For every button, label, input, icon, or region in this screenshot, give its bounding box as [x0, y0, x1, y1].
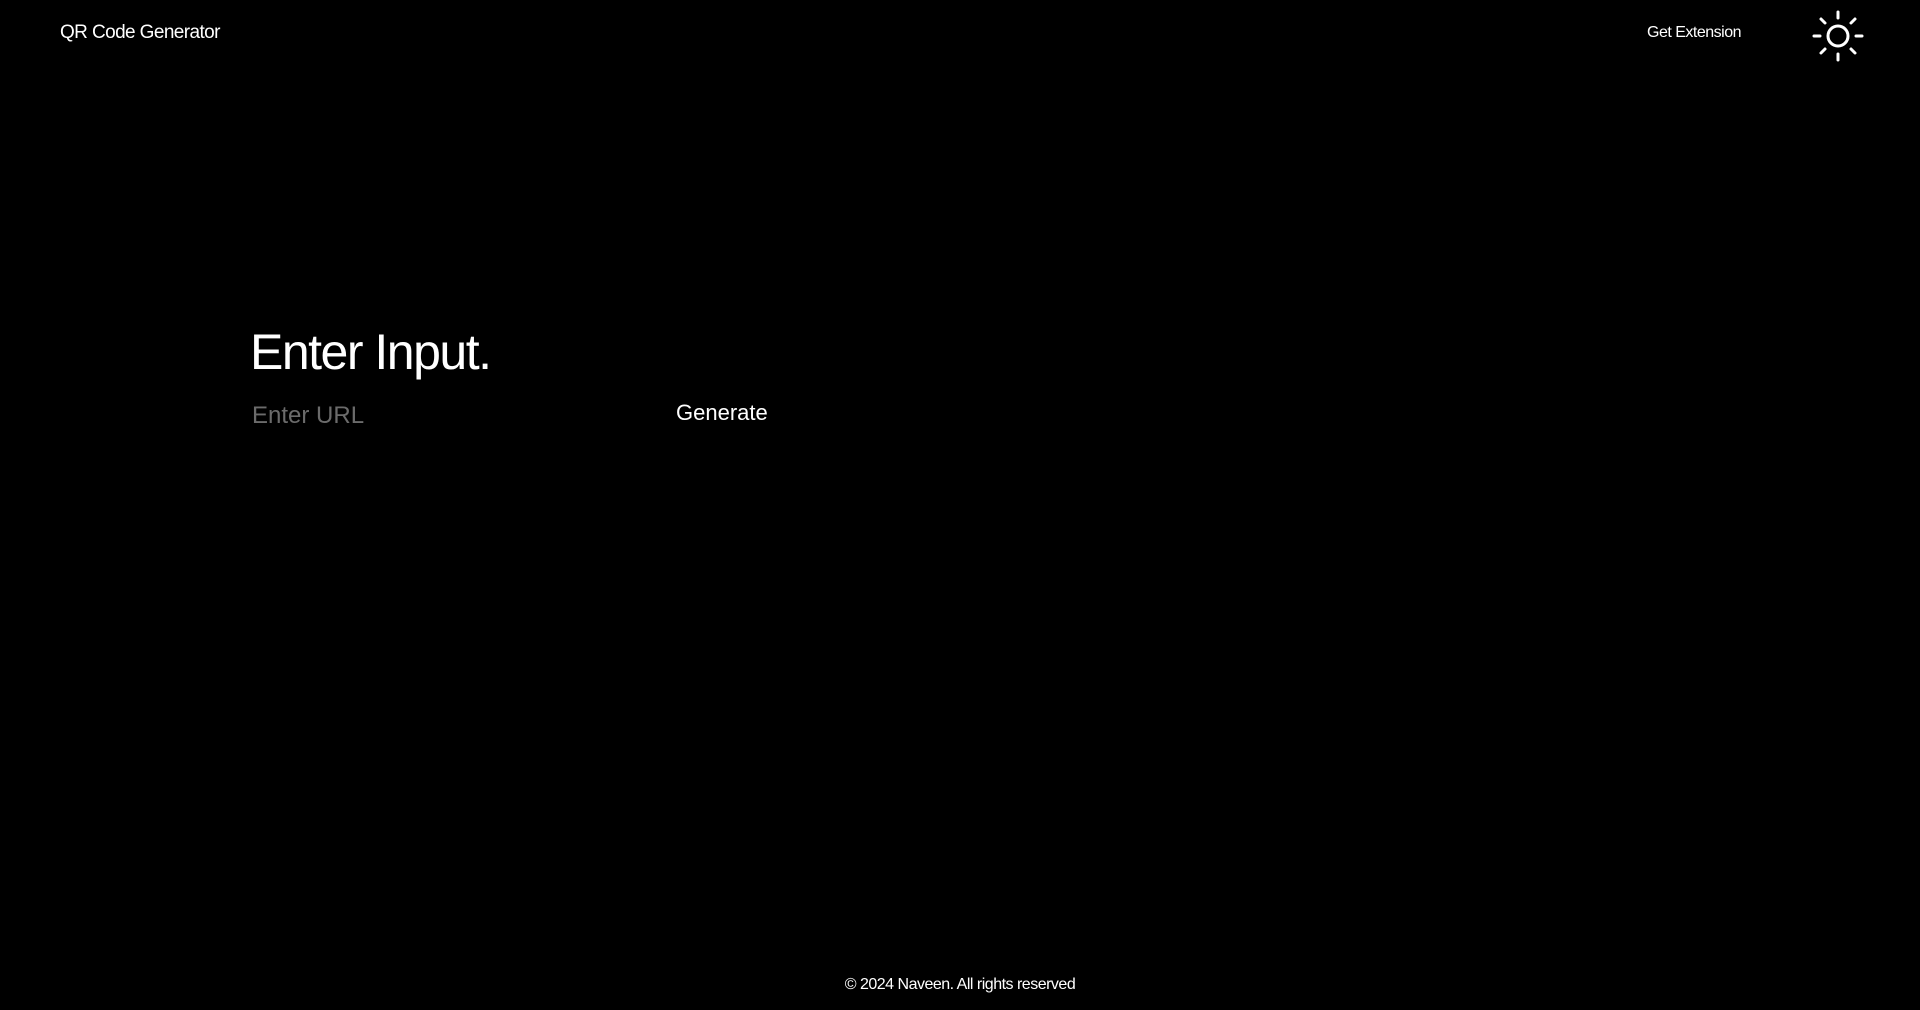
- get-extension-link[interactable]: Get Extension: [1647, 24, 1742, 42]
- hero: Enter Input.: [250, 322, 492, 382]
- sun-icon: [1812, 10, 1864, 62]
- footer-copyright: © 2024 Naveen. All rights reserved: [844, 976, 1076, 993]
- page: QR Code Generator Get Extension Enter In…: [0, 0, 1920, 1010]
- url-input[interactable]: [250, 398, 632, 434]
- url-form: Generate: [250, 398, 790, 438]
- page-title: Enter Input.: [250, 324, 492, 380]
- generate-button[interactable]: Generate: [676, 400, 768, 426]
- theme-toggle-button[interactable]: [1812, 10, 1864, 62]
- brand-logo-text[interactable]: QR Code Generator: [60, 22, 220, 44]
